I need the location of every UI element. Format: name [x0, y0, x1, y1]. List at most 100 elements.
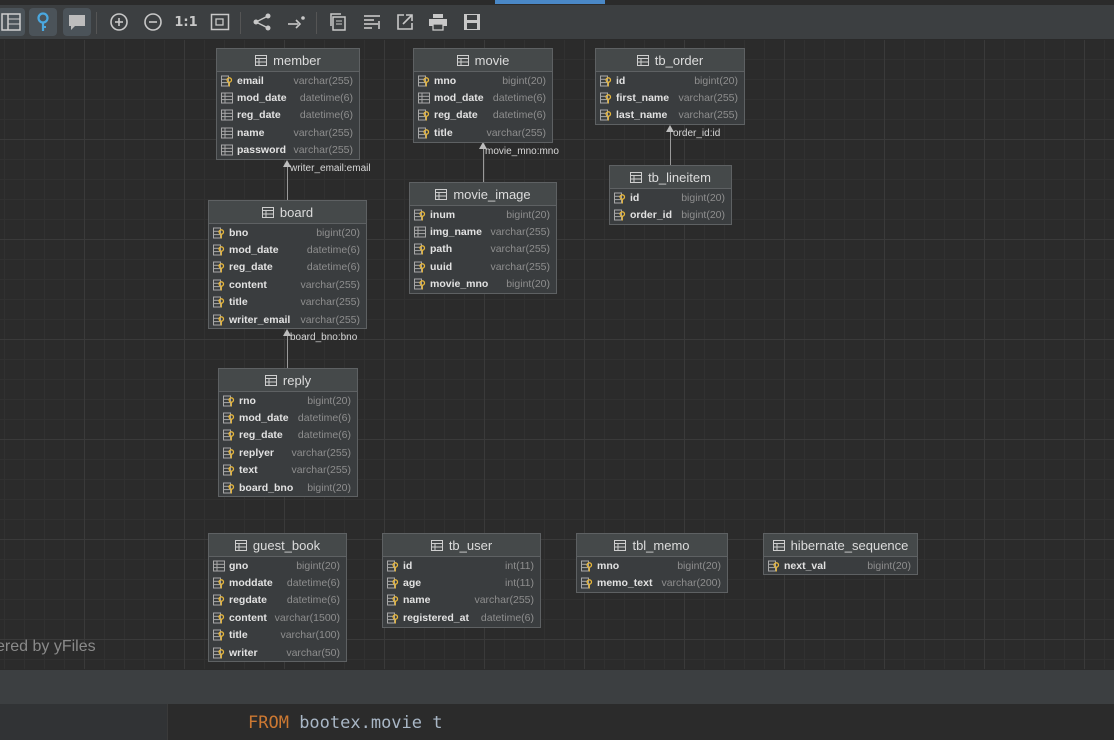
table-header[interactable]: hibernate_sequence: [764, 534, 917, 557]
column-row[interactable]: mod_date datetime(6): [217, 89, 359, 106]
align-button[interactable]: [358, 8, 386, 36]
column-type: bigint(20): [502, 74, 546, 87]
layout-panel-button[interactable]: [0, 8, 25, 36]
column-row[interactable]: content varchar(255): [209, 276, 366, 293]
column-row[interactable]: id int(11): [383, 557, 540, 574]
fit-content-button[interactable]: [206, 8, 234, 36]
column-type: datetime(6): [297, 412, 351, 425]
column-row[interactable]: reg_date datetime(6): [414, 107, 552, 124]
save-button[interactable]: [458, 8, 486, 36]
comment-toggle-button[interactable]: [63, 8, 91, 36]
route-edges-button[interactable]: [282, 8, 310, 36]
column-row[interactable]: text varchar(255): [219, 462, 357, 479]
column-type: varchar(255): [490, 243, 550, 256]
table-header[interactable]: member: [217, 49, 359, 72]
table-tb-lineitem[interactable]: tb_lineitem id bigint(20) order_id bigint(20…: [609, 165, 732, 225]
column-row[interactable]: replyer varchar(255): [219, 444, 357, 461]
column-row[interactable]: email varchar(255): [217, 72, 359, 89]
table-header[interactable]: board: [209, 201, 366, 224]
column-row[interactable]: first_name varchar(255): [596, 89, 744, 106]
table-name: tbl_memo: [632, 537, 690, 553]
actual-size-button[interactable]: 1:1: [172, 8, 200, 36]
key-toggle-button[interactable]: [29, 8, 57, 36]
column-row[interactable]: moddate datetime(6): [209, 574, 346, 591]
copy-button[interactable]: [324, 8, 352, 36]
table-icon: [456, 54, 469, 66]
column-key-icon: [418, 127, 430, 139]
column-name: name: [237, 126, 265, 139]
table-icon: [264, 374, 277, 386]
table-header[interactable]: tb_lineitem: [610, 166, 731, 189]
column-row[interactable]: name varchar(255): [217, 124, 359, 141]
column-row[interactable]: content varchar(1500): [209, 609, 346, 626]
column-row[interactable]: mod_date datetime(6): [209, 241, 366, 258]
column-row[interactable]: id bigint(20): [610, 189, 731, 206]
column-row[interactable]: memo_text varchar(200): [577, 574, 727, 591]
column-row[interactable]: title varchar(255): [209, 294, 366, 311]
column-row[interactable]: rno bigint(20): [219, 392, 357, 409]
export-button[interactable]: [391, 8, 419, 36]
column-row[interactable]: reg_date datetime(6): [209, 259, 366, 276]
column-row[interactable]: title varchar(255): [414, 124, 552, 141]
sql-editor[interactable]: FROM bootex.movie t: [0, 704, 1114, 740]
diagram-toolbar: 1:1: [0, 5, 1114, 40]
table-movie[interactable]: movie mno bigint(20) mod_date datetime(6) reg…: [413, 48, 553, 143]
column-row[interactable]: mno bigint(20): [577, 557, 727, 574]
layout-button[interactable]: [248, 8, 276, 36]
column-name: reg_date: [237, 109, 281, 122]
table-header[interactable]: reply: [219, 369, 357, 392]
sql-text: bootex.movie t: [288, 713, 443, 733]
column-row[interactable]: mod_date datetime(6): [219, 409, 357, 426]
column-row[interactable]: inum bigint(20): [410, 206, 556, 223]
table-header[interactable]: tbl_memo: [577, 534, 727, 557]
table-member[interactable]: member email varchar(255) mod_date datetime(…: [216, 48, 360, 160]
column-row[interactable]: regdate datetime(6): [209, 592, 346, 609]
column-row[interactable]: title varchar(100): [209, 627, 346, 644]
column-row[interactable]: board_bno bigint(20): [219, 479, 357, 496]
zoom-in-button[interactable]: [105, 8, 133, 36]
column-name: next_val: [784, 559, 827, 572]
column-row[interactable]: mod_date datetime(6): [414, 89, 552, 106]
table-movie-image[interactable]: movie_image inum bigint(20) img_name varchar…: [409, 182, 557, 294]
column-row[interactable]: password varchar(255): [217, 142, 359, 159]
table-header[interactable]: movie: [414, 49, 552, 72]
column-row[interactable]: img_name varchar(255): [410, 223, 556, 240]
table-header[interactable]: guest_book: [209, 534, 346, 557]
table-tb-order[interactable]: tb_order id bigint(20) first_name varchar(25…: [595, 48, 745, 126]
column-type: bigint(20): [506, 208, 550, 221]
table-header[interactable]: tb_user: [383, 534, 540, 557]
table-header[interactable]: movie_image: [410, 183, 556, 206]
table-hibernate-sequence[interactable]: hibernate_sequence next_val bigint(20): [763, 533, 918, 576]
column-row[interactable]: bno bigint(20): [209, 224, 366, 241]
column-row[interactable]: age int(11): [383, 574, 540, 591]
column-row[interactable]: gno bigint(20): [209, 557, 346, 574]
table-tbl-memo[interactable]: tbl_memo mno bigint(20) memo_text varchar(20…: [576, 533, 728, 593]
column-row[interactable]: path varchar(255): [410, 241, 556, 258]
column-row[interactable]: writer_email varchar(255): [209, 311, 366, 328]
column-row[interactable]: reg_date datetime(6): [219, 427, 357, 444]
column-row[interactable]: mno bigint(20): [414, 72, 552, 89]
column-row[interactable]: registered_at datetime(6): [383, 609, 540, 626]
column-row[interactable]: id bigint(20): [596, 72, 744, 89]
diagram-canvas[interactable]: writer_email:email movie_mno:mno order_i…: [0, 40, 1114, 669]
table-board[interactable]: board bno bigint(20) mod_date datetime(6) reg…: [208, 200, 367, 330]
relation-label: order_id:id: [673, 128, 721, 139]
table-name: movie: [474, 52, 510, 68]
column-row[interactable]: next_val bigint(20): [764, 557, 917, 574]
column-key-icon: [213, 594, 225, 606]
column-row[interactable]: movie_mno bigint(20): [410, 276, 556, 293]
table-reply[interactable]: reply rno bigint(20) mod_date datetime(6) reg…: [218, 368, 358, 498]
column-row[interactable]: order_id bigint(20): [610, 206, 731, 223]
print-button[interactable]: [424, 8, 452, 36]
table-guest-book[interactable]: guest_book gno bigint(20) moddate datetime(6…: [208, 533, 347, 663]
table-header[interactable]: tb_order: [596, 49, 744, 72]
zoom-out-button[interactable]: [139, 8, 167, 36]
column-row[interactable]: writer varchar(50): [209, 644, 346, 661]
column-row[interactable]: reg_date datetime(6): [217, 107, 359, 124]
table-tb-user[interactable]: tb_user id int(11) age int(11) name varchar(25…: [382, 533, 541, 628]
column-row[interactable]: last_name varchar(255): [596, 107, 744, 124]
column-icon: [221, 92, 233, 104]
yfiles-watermark: ered by yFiles: [0, 638, 96, 655]
column-row[interactable]: uuid varchar(255): [410, 258, 556, 275]
column-row[interactable]: name varchar(255): [383, 592, 540, 609]
